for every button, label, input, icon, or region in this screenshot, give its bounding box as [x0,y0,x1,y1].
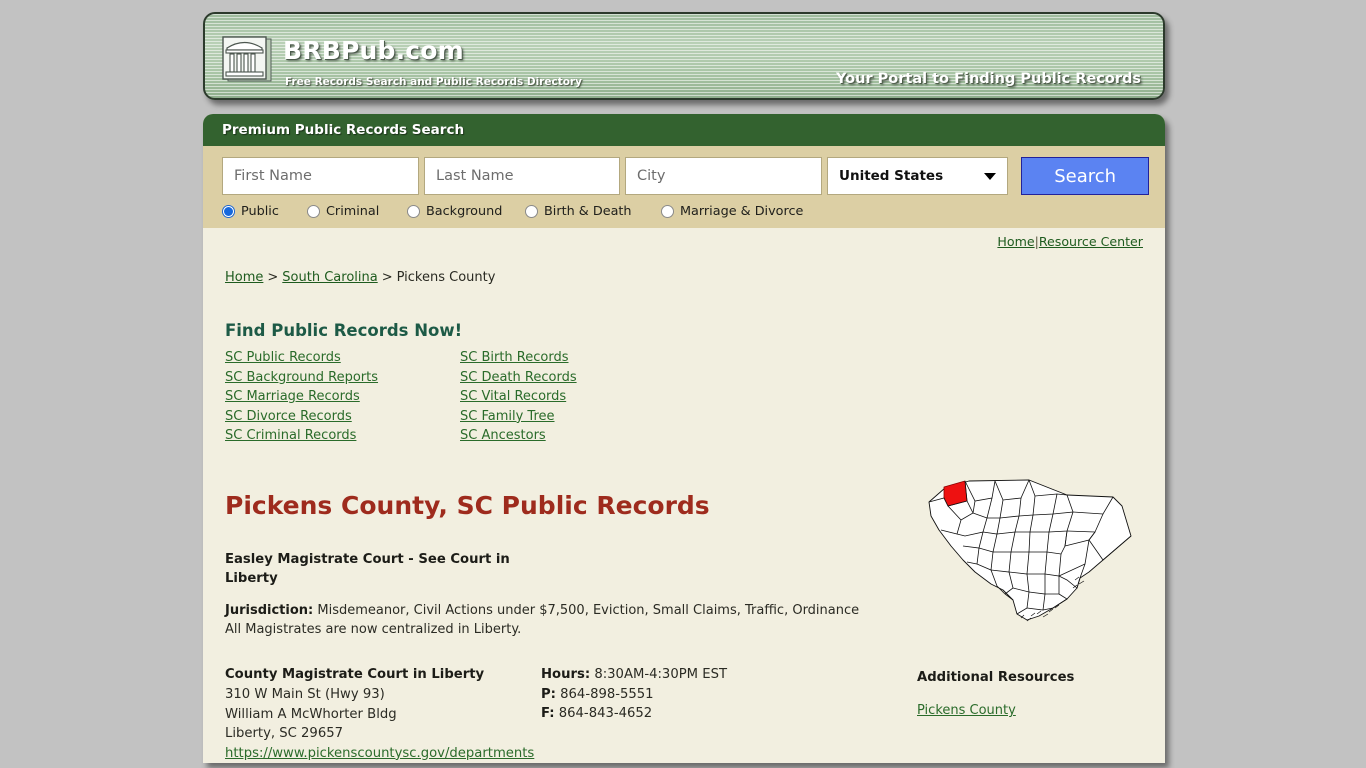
link-sc-vital-records[interactable]: SC Vital Records [460,387,566,407]
breadcrumb-south-carolina[interactable]: South Carolina [282,270,377,285]
jurisdiction-label: Jurisdiction: [225,602,314,618]
find-records-column-right: SC Birth Records SC Death Records SC Vit… [460,348,695,446]
link-sc-family-tree[interactable]: SC Family Tree [460,407,555,427]
court-jurisdiction: Jurisdiction: Misdemeanor, Civil Actions… [225,601,885,639]
additional-resources-link-pickens-county[interactable]: Pickens County [917,703,1016,718]
south-carolina-county-map [928,479,1132,622]
chevron-down-icon [984,173,997,180]
site-banner: BRBPub.com Free Records Search and Publi… [203,12,1165,100]
hours-label: Hours: [541,666,591,682]
link-sc-divorce-records[interactable]: SC Divorce Records [225,407,352,427]
office-contact-block: Hours: 8:30AM-4:30PM EST P: 864-898-5551… [541,665,727,763]
record-type-radio-group: Public Criminal Background Birth & Death… [222,204,1149,222]
search-panel: United States Search Public Criminal Bac… [203,146,1165,228]
brand-title: BRBPub.com [283,36,464,65]
banner-tagline: Your Portal to Finding Public Records [836,71,1141,87]
office-name: County Magistrate Court in Liberty [225,666,485,682]
court-name: Easley Magistrate Court - See Court in L… [225,551,510,586]
radio-dot-icon [525,205,538,218]
country-select-value: United States [839,168,944,184]
brand-subtitle: Free Records Search and Public Records D… [285,76,582,88]
breadcrumb-separator: > [381,270,393,285]
utility-link-home[interactable]: Home [997,234,1034,249]
office-phone: P: 864-898-5551 [541,685,727,705]
utility-links: Home|Resource Center [225,228,1143,249]
jurisdiction-value: Misdemeanor, Civil Actions under $7,500,… [317,602,860,618]
right-rail: Additional Resources Pickens County [917,468,1145,718]
find-records-column-left: SC Public Records SC Background Reports … [225,348,460,446]
city-input[interactable] [625,157,822,195]
court-listing: Easley Magistrate Court - See Court in L… [225,550,885,763]
hours-value: 8:30AM-4:30PM EST [594,666,727,682]
page-body: Home|Resource Center Home > South Carolina… [203,228,1165,763]
link-sc-marriage-records[interactable]: SC Marriage Records [225,387,360,407]
radio-criminal[interactable]: Criminal [307,204,397,219]
office-hours: Hours: 8:30AM-4:30PM EST [541,665,727,685]
content-card: Premium Public Records Search United Sta… [203,114,1165,764]
radio-marriage-divorce-label: Marriage & Divorce [680,204,804,219]
country-select[interactable]: United States [827,157,1009,195]
radio-marriage-divorce[interactable]: Marriage & Divorce [661,204,803,219]
office-address-2: William A McWhorter Bldg [225,706,397,722]
office-fax: F: 864-843-4652 [541,704,727,724]
page-container: BRBPub.com Free Records Search and Publi… [203,0,1165,768]
phone-value: 864-898-5551 [560,686,654,702]
radio-dot-icon [222,205,235,218]
office-address-1: 310 W Main St (Hwy 93) [225,686,385,702]
link-sc-birth-records[interactable]: SC Birth Records [460,348,569,368]
office-address-block: County Magistrate Court in Liberty 310 W… [225,665,541,763]
search-panel-header: Premium Public Records Search [203,114,1165,146]
radio-birth-death[interactable]: Birth & Death [525,204,651,219]
fax-label: F: [541,706,555,722]
breadcrumb: Home > South Carolina > Pickens County [225,270,1143,285]
office-address-3: Liberty, SC 29657 [225,726,343,742]
search-button[interactable]: Search [1021,157,1149,195]
radio-dot-icon [307,205,320,218]
radio-public-label: Public [241,204,279,219]
breadcrumb-home[interactable]: Home [225,270,263,285]
court-note: All Magistrates are now centralized in L… [225,621,522,637]
radio-birth-death-label: Birth & Death [544,204,632,219]
link-sc-death-records[interactable]: SC Death Records [460,368,577,388]
courthouse-building-icon [222,36,272,82]
office-website-link[interactable]: https://www.pickenscountysc.gov/departme… [225,744,541,764]
link-sc-background-reports[interactable]: SC Background Reports [225,368,378,388]
fax-value: 864-843-4652 [558,706,653,722]
radio-dot-icon [407,205,420,218]
link-sc-criminal-records[interactable]: SC Criminal Records [225,426,356,446]
radio-background[interactable]: Background [407,204,515,219]
first-name-input[interactable] [222,157,419,195]
utility-link-resource-center[interactable]: Resource Center [1039,234,1143,249]
phone-label: P: [541,686,556,702]
radio-dot-icon [661,205,674,218]
breadcrumb-current: Pickens County [396,270,496,285]
radio-background-label: Background [426,204,503,219]
find-records-links: SC Public Records SC Background Reports … [225,348,1143,446]
radio-criminal-label: Criminal [326,204,380,219]
breadcrumb-separator: > [267,270,279,285]
link-sc-public-records[interactable]: SC Public Records [225,348,341,368]
court-office-details: County Magistrate Court in Liberty 310 W… [225,665,885,763]
link-sc-ancestors[interactable]: SC Ancestors [460,426,546,446]
find-records-heading: Find Public Records Now! [225,321,463,340]
radio-public[interactable]: Public [222,204,297,219]
last-name-input[interactable] [424,157,620,195]
search-fields-row: United States Search [222,157,1149,195]
additional-resources-heading: Additional Resources [917,670,1075,685]
